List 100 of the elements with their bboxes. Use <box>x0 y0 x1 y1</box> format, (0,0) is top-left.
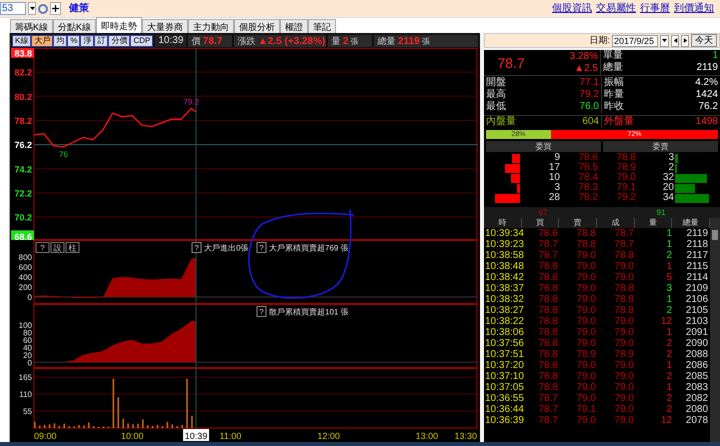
trade-quantity: 12 <box>660 415 673 426</box>
bid-price: 78.3 <box>578 183 598 193</box>
stat-value: 1424 <box>696 89 718 101</box>
stat-value: 2119 <box>696 62 718 74</box>
trade-ask: 79.0 <box>576 360 597 371</box>
trade-price: 79.0 <box>614 404 635 415</box>
trade-time: 10:38:58 <box>484 250 524 261</box>
trade-time: 10:38:06 <box>484 327 524 338</box>
toolbar-time: 10:39 <box>155 34 186 46</box>
column-header: 量 <box>634 218 672 228</box>
trade-total: 2083 <box>684 382 710 393</box>
stat-label: 最低 <box>486 101 506 113</box>
trade-ask: 79.1 <box>576 404 597 415</box>
trade-price: 78.8 <box>614 305 635 316</box>
trade-price: 78.8 <box>614 294 635 305</box>
trade-total: 2114 <box>686 272 710 283</box>
trade-quantity: 2 <box>665 404 673 415</box>
stat-value: 79.2 <box>580 89 599 101</box>
axis-label: 78.2 <box>14 116 32 126</box>
trade-total: 2105 <box>684 305 710 316</box>
trade-ask: 79.0 <box>576 261 597 272</box>
y-tick-label: 83.8 <box>14 48 32 58</box>
trade-bid: 78.8 <box>537 349 559 360</box>
cursor-time-label: 10:39 <box>183 429 210 441</box>
price-annotation: 79.2 <box>183 97 199 106</box>
ask-quantity: 3 <box>667 153 674 163</box>
axis-label: 100 <box>18 320 32 330</box>
trade-bid: 78.7 <box>537 239 559 250</box>
trade-price: 78.7 <box>614 228 635 239</box>
trade-bid: 78.7 <box>537 404 559 415</box>
trade-price: 78.8 <box>614 283 635 294</box>
trade-ask: 79.0 <box>576 272 597 283</box>
stat-value: 1498 <box>696 116 718 128</box>
toolbar-field: 總量 2119 張 <box>374 34 478 46</box>
trade-quantity: 5 <box>665 272 673 283</box>
stat-label: 振幅 <box>604 77 624 89</box>
axis-label: 0 <box>28 358 32 368</box>
stat-value: 77.1 <box>580 77 599 89</box>
toolbar-field: 漲跌 ▲2.5 (+3.28%) <box>234 34 326 46</box>
trade-ask: 79.0 <box>576 327 597 338</box>
trade-ask: 79.0 <box>576 305 597 316</box>
bid-price: 78.4 <box>578 173 598 183</box>
trade-price: 79.0 <box>614 382 635 393</box>
trade-time: 10:37:10 <box>484 371 524 382</box>
trade-time: 10:38:22 <box>484 316 524 327</box>
trade-bid: 78.8 <box>537 272 559 283</box>
trade-ask: 78.9 <box>576 349 597 360</box>
time-label: 10:00 <box>120 431 144 441</box>
trade-bid: 78.8 <box>537 283 559 294</box>
trade-time: 10:38:42 <box>484 272 524 283</box>
trade-price: 79.0 <box>614 371 635 382</box>
toolbar-field: 量 2 張 <box>328 34 372 46</box>
axis-label: 20 <box>23 350 32 360</box>
trade-bid: 78.7 <box>537 415 559 426</box>
trade-total: 2091 <box>684 327 710 338</box>
trade-price: 79.0 <box>614 360 635 371</box>
trade-quantity: 1 <box>665 228 673 239</box>
stat-label: 最高 <box>486 89 506 101</box>
ask-price: 78.8 <box>616 153 636 163</box>
axis-label: 0 <box>28 293 32 302</box>
axis-label: 74.2 <box>14 164 32 174</box>
trade-price: 79.0 <box>614 415 635 426</box>
trade-price: 79.0 <box>614 338 635 349</box>
trade-time: 10:38:32 <box>484 294 524 305</box>
axis-label: 80.2 <box>14 92 32 102</box>
stat-label: 昨量 <box>604 89 624 101</box>
trade-total: 2115 <box>686 261 710 272</box>
last-price: 78.7 <box>496 56 526 68</box>
trade-bid: 78.8 <box>537 327 559 338</box>
bid-header: 委買 <box>486 141 601 152</box>
trade-quantity: 1 <box>665 261 673 272</box>
axis-label: 55 <box>23 407 32 416</box>
panel-label: 大戶進出0張 <box>204 244 249 252</box>
axis-label: 72.2 <box>14 188 32 198</box>
time-label: 13:30 <box>454 431 477 441</box>
axis-label: 800 <box>18 253 32 262</box>
trade-price: 79.0 <box>614 261 635 272</box>
stat-label: 總量 <box>603 62 623 74</box>
axis-label: 600 <box>18 263 32 272</box>
ask-quantity: 20 <box>662 183 674 193</box>
trade-time: 10:37:20 <box>484 360 524 371</box>
axis-label: 70.2 <box>14 212 32 223</box>
trade-price: 79.0 <box>614 393 635 404</box>
trade-time: 10:36:55 <box>484 393 524 404</box>
date-label: 日期: <box>589 34 610 47</box>
bid-quantity: 17 <box>548 163 560 173</box>
column-header: 買 <box>522 218 560 228</box>
trade-time: 10:38:27 <box>484 305 524 316</box>
trade-price: 79.0 <box>614 272 635 283</box>
toolbar-field: 價 78.7 <box>188 34 232 46</box>
panel-label: 散戶累積買賣超101 張 <box>269 308 349 316</box>
trade-total: 2090 <box>684 338 710 349</box>
trade-bid: 78.8 <box>537 360 559 371</box>
panel-label: 大戶累積買賣超769 張 <box>269 244 349 252</box>
trade-time: 10:36:44 <box>484 404 524 415</box>
trade-ask: 78.8 <box>576 228 597 239</box>
trade-price: 79.0 <box>614 316 635 327</box>
trade-ask: 79.0 <box>576 371 597 382</box>
ask-price: 79.2 <box>616 193 636 203</box>
time-label: 11:00 <box>220 431 242 441</box>
